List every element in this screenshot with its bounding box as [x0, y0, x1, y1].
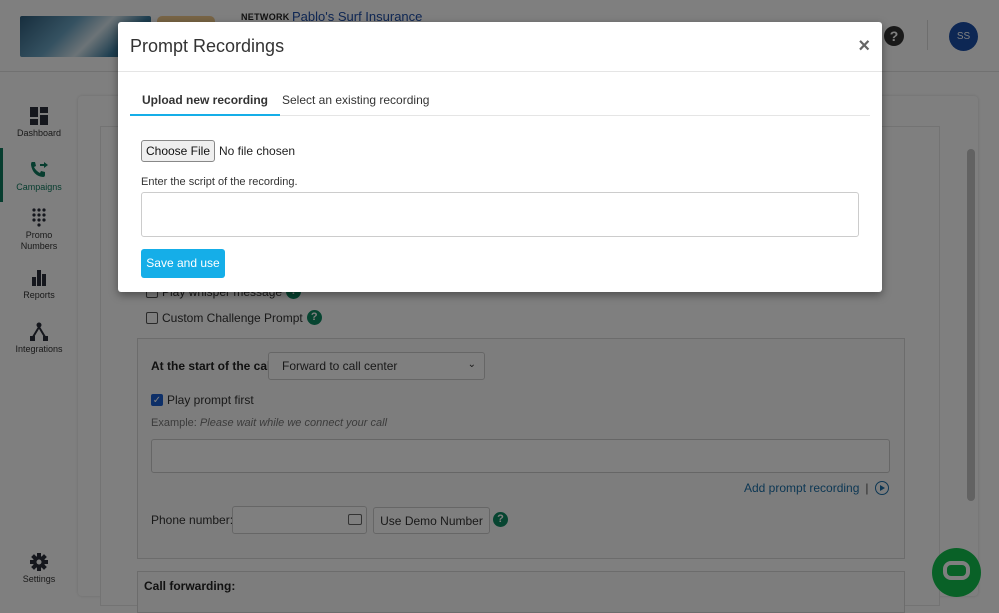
script-textarea[interactable]: [141, 192, 859, 237]
modal-header: Prompt Recordings ×: [118, 22, 882, 72]
tab-select-existing-recording[interactable]: Select an existing recording: [270, 84, 441, 116]
close-icon[interactable]: ×: [858, 35, 870, 58]
modal-tabs: Upload new recording Select an existing …: [130, 84, 870, 116]
script-label: Enter the script of the recording.: [141, 176, 298, 188]
file-status-text: No file chosen: [219, 144, 296, 158]
save-and-use-button[interactable]: Save and use: [141, 249, 225, 278]
modal-title: Prompt Recordings: [130, 36, 285, 56]
prompt-recordings-modal: Prompt Recordings × Upload new recording…: [118, 22, 882, 292]
choose-file-button[interactable]: Choose File: [141, 140, 215, 162]
tab-upload-new-recording[interactable]: Upload new recording: [130, 84, 281, 116]
